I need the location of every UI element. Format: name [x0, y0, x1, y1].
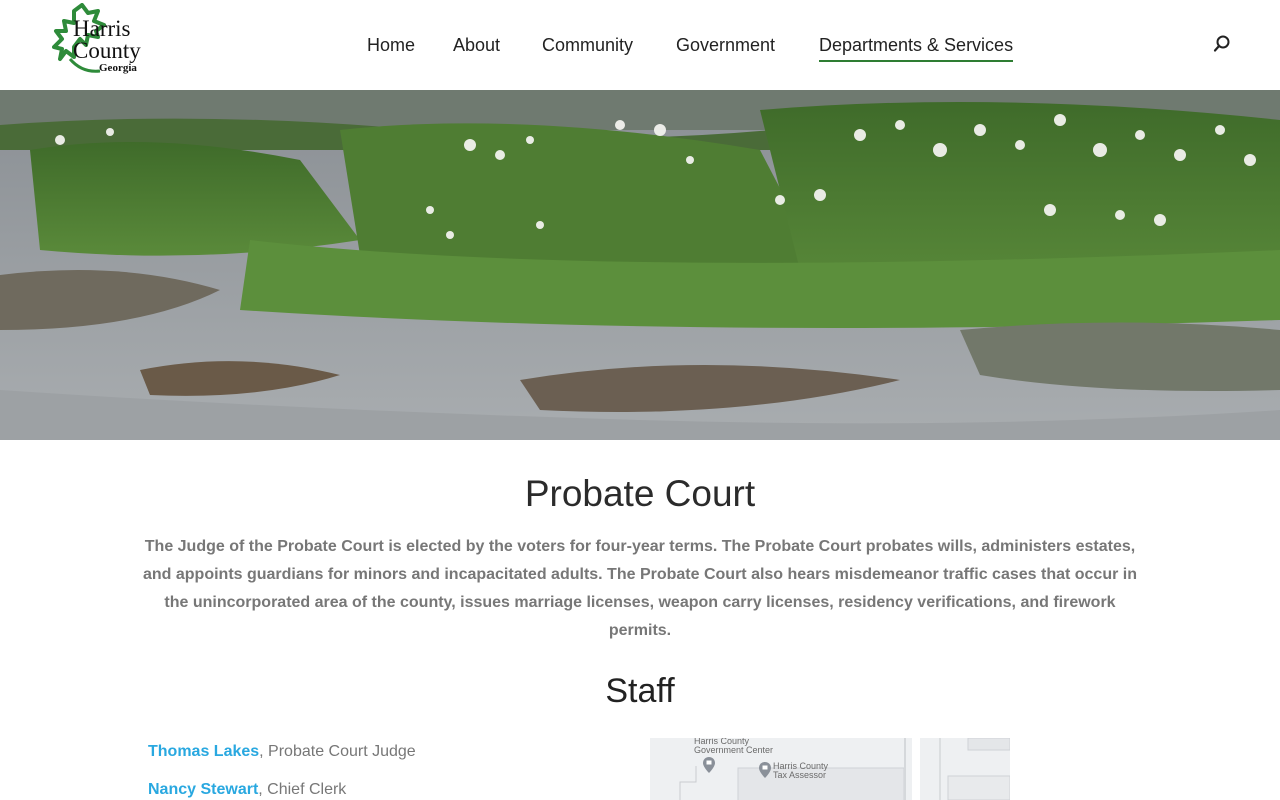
site-header: Harris County Georgia Home About Communi…: [0, 0, 1280, 90]
hero-image: [0, 90, 1280, 440]
staff-role: , Probate Court Judge: [259, 743, 416, 760]
map-label-line: Tax Assessor: [773, 770, 827, 780]
map-pin-icon[interactable]: [703, 757, 715, 773]
map-pin-icon[interactable]: [759, 762, 771, 778]
search-icon[interactable]: [1212, 34, 1232, 54]
nav-community[interactable]: Community: [542, 33, 633, 57]
staff-role: , Chief Clerk: [258, 781, 347, 798]
intro-paragraph: The Judge of the Probate Court is electe…: [142, 538, 1137, 639]
nav-about[interactable]: About: [453, 33, 500, 57]
map-label-tax-assessor: Harris County Tax Assessor: [773, 762, 828, 780]
map-label-line: Government Center: [694, 745, 774, 755]
logo-georgia-text: Georgia: [99, 62, 137, 74]
staff-name-link[interactable]: Thomas Lakes: [148, 743, 259, 760]
nav-home[interactable]: Home: [367, 33, 415, 57]
logo-county-text: County: [73, 38, 141, 63]
staff-heading: Staff: [605, 672, 675, 710]
staff-list: Thomas Lakes, Probate Court Judge Nancy …: [148, 740, 628, 800]
page-title: Probate Court: [524, 473, 756, 514]
site-logo[interactable]: Harris County Georgia: [52, 3, 162, 79]
staff-item: Thomas Lakes, Probate Court Judge: [148, 740, 628, 778]
staff-item: Nancy Stewart, Chief Clerk: [148, 778, 628, 800]
location-map[interactable]: Harris County Government Center Harris C…: [650, 738, 1010, 800]
logo-harris-text: Harris: [73, 16, 131, 41]
nav-government[interactable]: Government: [676, 33, 775, 57]
map-label-government-center: Harris County Government Center: [694, 738, 773, 755]
nav-departments-services[interactable]: Departments & Services: [819, 33, 1014, 62]
staff-name-link[interactable]: Nancy Stewart: [148, 781, 258, 798]
